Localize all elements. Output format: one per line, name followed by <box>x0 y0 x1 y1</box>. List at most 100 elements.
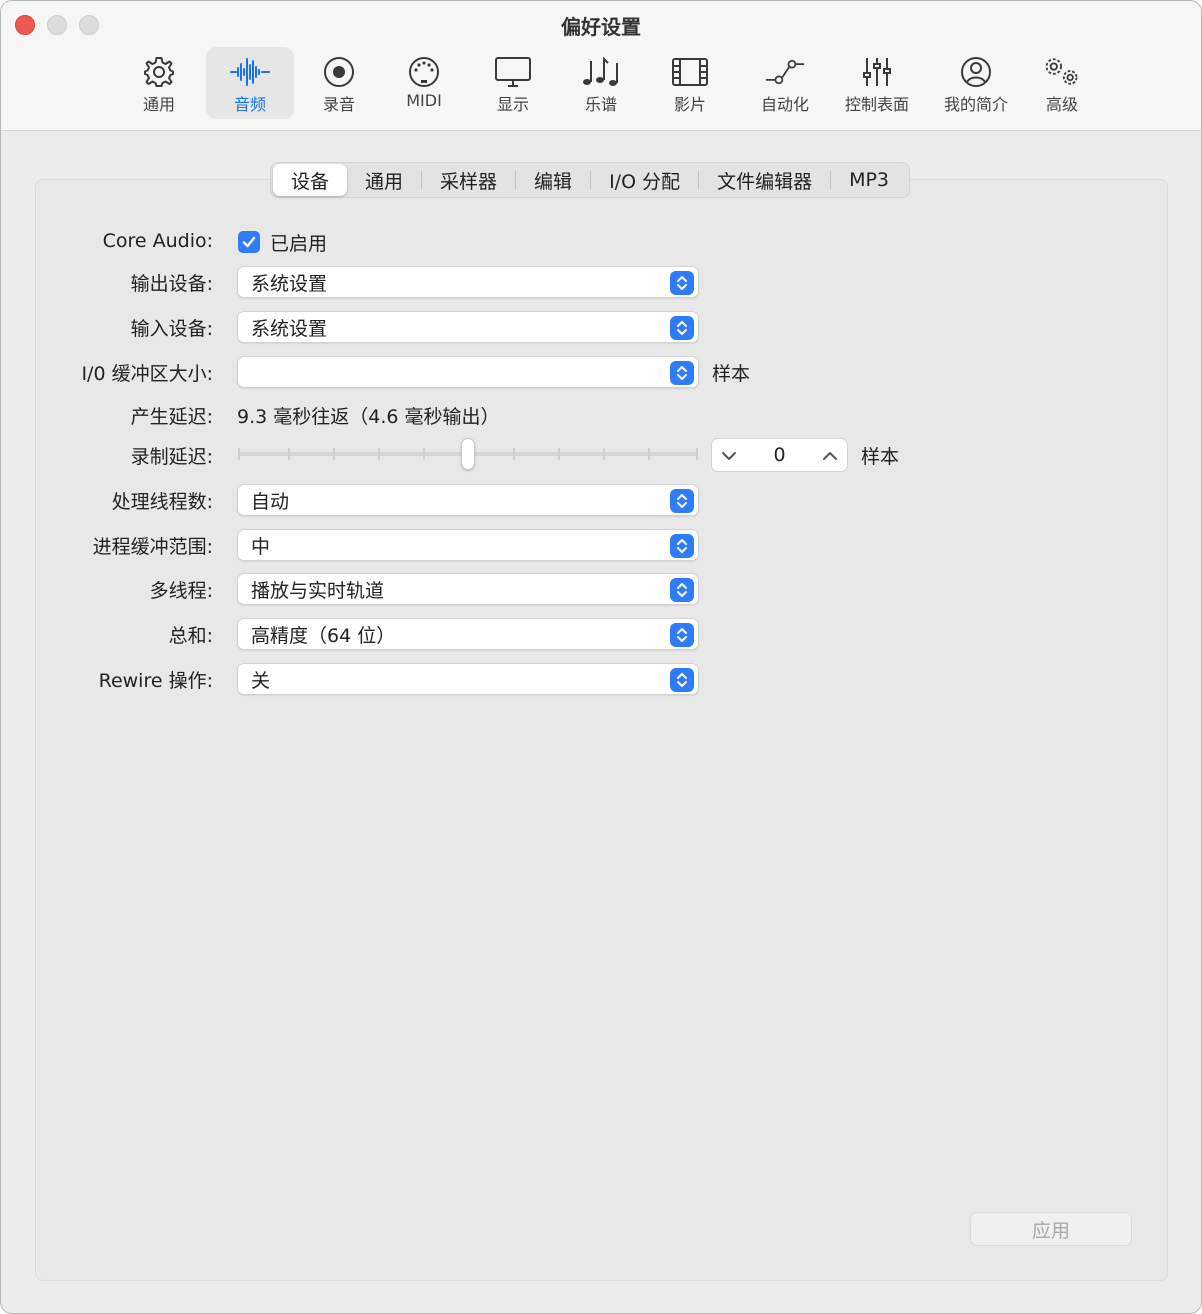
process-buffer-range-select[interactable]: 中 <box>237 529 699 561</box>
input-device-label: 输入设备: <box>130 318 213 340</box>
chevron-updown-icon <box>670 271 694 295</box>
recording-delay-stepper: 0 <box>711 438 848 472</box>
chevron-updown-icon <box>670 316 694 340</box>
core-audio-enabled-label: 已启用 <box>270 233 328 255</box>
chevron-updown-icon <box>670 623 694 647</box>
person-circle-icon <box>956 55 996 89</box>
tab-file-editor[interactable]: 文件编辑器 <box>699 164 830 196</box>
output-device-select[interactable]: 系统设置 <box>237 266 699 298</box>
gears-icon <box>1042 55 1082 89</box>
toolbar-item-audio[interactable]: 音频 <box>206 47 294 119</box>
tab-devices[interactable]: 设备 <box>273 164 348 196</box>
tab-io-assignments[interactable]: I/O 分配 <box>591 164 698 196</box>
record-icon <box>319 55 359 89</box>
toolbar-item-label: 高级 <box>1045 95 1078 114</box>
multithreading-value: 播放与实时轨道 <box>251 579 385 602</box>
multithreading-label: 多线程: <box>149 580 213 602</box>
input-device-select[interactable]: 系统设置 <box>237 311 699 343</box>
faders-icon <box>857 55 897 89</box>
toolbar-item-label: MIDI <box>406 91 442 110</box>
summing-select[interactable]: 高精度（64 位） <box>237 618 699 650</box>
slider-tick <box>378 448 380 460</box>
monitor-icon <box>493 55 533 89</box>
toolbar-item-label: 录音 <box>322 95 355 114</box>
tab-general[interactable]: 通用 <box>347 164 421 196</box>
toolbar-item-movie[interactable]: 影片 <box>649 47 731 119</box>
slider-tick <box>696 448 698 460</box>
chevron-updown-icon <box>670 578 694 602</box>
slider-tick <box>558 448 560 460</box>
toolbar-item-automation[interactable]: 自动化 <box>741 47 829 119</box>
tab-mp3[interactable]: MP3 <box>831 164 907 196</box>
toolbar-item-label: 我的简介 <box>943 95 1008 114</box>
io-buffer-size-select[interactable] <box>237 356 699 388</box>
slider-tick <box>648 448 650 460</box>
checkmark-icon <box>242 236 256 248</box>
io-buffer-unit: 样本 <box>712 363 751 385</box>
toolbar-item-midi[interactable]: MIDI <box>385 47 463 119</box>
toolbar-item-label: 影片 <box>673 95 706 114</box>
input-device-value: 系统设置 <box>251 317 328 340</box>
toolbar-item-label: 控制表面 <box>844 95 909 114</box>
resulting-latency-label: 产生延迟: <box>130 406 213 428</box>
rewire-behavior-label: Rewire 操作: <box>98 670 213 692</box>
rewire-behavior-select[interactable]: 关 <box>237 663 699 695</box>
preferences-window: 偏好设置 通用 音频 录音 MIDI 显示 乐谱 影片 自动化 控制表面 我的简… <box>0 0 1202 1314</box>
recording-delay-slider-thumb[interactable] <box>461 438 475 470</box>
recording-delay-unit: 样本 <box>861 446 900 468</box>
title-bar: 偏好设置 通用 音频 录音 MIDI 显示 乐谱 影片 自动化 控制表面 我的简… <box>1 1 1201 131</box>
toolbar-item-score[interactable]: 乐谱 <box>561 47 641 119</box>
tab-sampler[interactable]: 采样器 <box>422 164 515 196</box>
chevron-up-icon <box>823 452 837 460</box>
toolbar-item-display[interactable]: 显示 <box>473 47 553 119</box>
increment-button[interactable] <box>819 445 841 467</box>
recording-delay-label: 录制延迟: <box>130 446 213 468</box>
tab-editing[interactable]: 编辑 <box>516 164 590 196</box>
toolbar-item-label: 自动化 <box>760 95 809 114</box>
toolbar-item-general[interactable]: 通用 <box>119 47 199 119</box>
window-title: 偏好设置 <box>561 15 641 39</box>
summing-value: 高精度（64 位） <box>251 624 396 647</box>
toolbar-item-my-info[interactable]: 我的简介 <box>931 47 1021 119</box>
output-device-value: 系统设置 <box>251 272 328 295</box>
slider-tick <box>513 448 515 460</box>
slider-tick <box>423 448 425 460</box>
toolbar-item-advanced[interactable]: 高级 <box>1025 47 1099 119</box>
waveform-icon <box>230 55 270 89</box>
process-buffer-range-label: 进程缓冲范围: <box>92 536 213 558</box>
music-notes-icon <box>581 55 621 89</box>
processing-threads-select[interactable]: 自动 <box>237 484 699 516</box>
slider-tick <box>333 448 335 460</box>
slider-tick <box>603 448 605 460</box>
resulting-latency-value: 9.3 毫秒往返（4.6 毫秒输出） <box>237 406 500 428</box>
process-buffer-range-value: 中 <box>251 535 271 558</box>
core-audio-enabled-checkbox[interactable] <box>238 231 260 253</box>
chevron-updown-icon <box>670 534 694 558</box>
toolbar-item-label: 通用 <box>142 95 175 114</box>
toolbar-item-control-surfaces[interactable]: 控制表面 <box>837 47 917 119</box>
processing-threads-value: 自动 <box>251 490 290 513</box>
rewire-behavior-value: 关 <box>251 669 271 692</box>
slider-tick <box>288 448 290 460</box>
midi-port-icon <box>404 55 444 89</box>
automation-curve-icon <box>765 55 805 89</box>
output-device-label: 输出设备: <box>130 273 213 295</box>
audio-subtabs: 设备 通用 采样器 编辑 I/O 分配 文件编辑器 MP3 <box>270 162 911 198</box>
gear-icon <box>139 55 179 89</box>
multithreading-select[interactable]: 播放与实时轨道 <box>237 573 699 605</box>
film-icon <box>670 55 710 89</box>
toolbar-item-record[interactable]: 录音 <box>299 47 379 119</box>
slider-tick <box>238 448 240 460</box>
io-buffer-size-label: I/0 缓冲区大小: <box>81 363 213 385</box>
toolbar-item-label: 显示 <box>496 95 529 114</box>
processing-threads-label: 处理线程数: <box>111 491 213 513</box>
toolbar-item-label: 乐谱 <box>584 95 617 114</box>
summing-label: 总和: <box>168 625 213 647</box>
apply-button[interactable]: 应用 <box>970 1212 1132 1246</box>
preferences-toolbar: 通用 音频 录音 MIDI 显示 乐谱 影片 自动化 控制表面 我的简介 高级 <box>1 47 1201 121</box>
chevron-updown-icon <box>670 489 694 513</box>
chevron-updown-icon <box>670 668 694 692</box>
core-audio-label: Core Audio: <box>102 230 213 252</box>
toolbar-item-label: 音频 <box>233 95 266 114</box>
audio-preferences-panel <box>35 179 1168 1281</box>
